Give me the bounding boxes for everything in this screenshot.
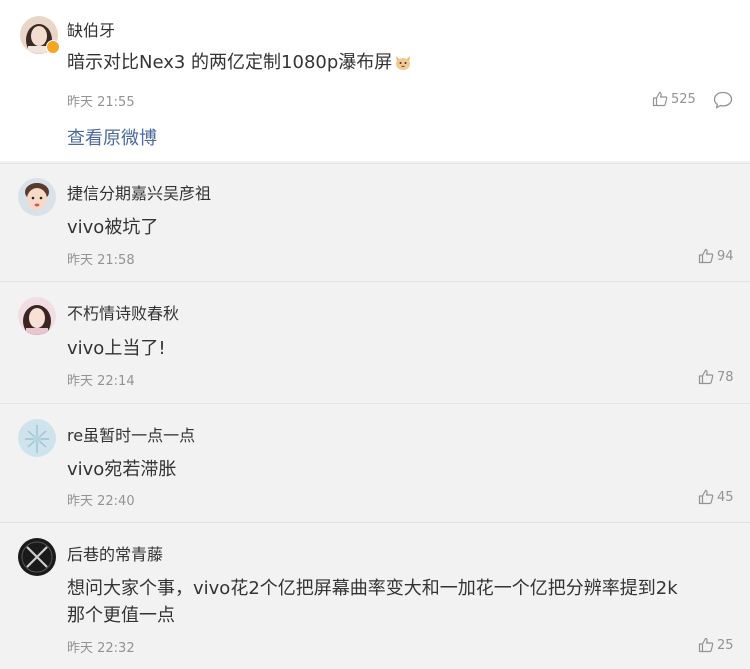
comment-text: vivo被坑了 (67, 217, 159, 238)
comment-like-button[interactable]: 45 (698, 489, 734, 505)
verified-badge-icon (46, 40, 60, 54)
author-name[interactable]: 缺伯牙 (67, 17, 115, 41)
post-text: 暗示对比Nex3 的两亿定制1080p瀑布屏 (67, 48, 412, 76)
comment-text: vivo宛若滞胀 (67, 459, 177, 480)
post-like-count: 525 (671, 91, 696, 107)
comment-text-line-2: 那个更值一点 (67, 605, 175, 626)
comment-bubble-icon[interactable] (712, 90, 734, 110)
view-original-link[interactable]: 查看原微博 (67, 124, 157, 150)
thumbs-up-icon (698, 369, 714, 385)
thumbs-up-icon (698, 489, 714, 505)
post-time: 昨天 21:55 (67, 95, 135, 110)
thumbs-up-icon (698, 248, 714, 264)
comment-like-count: 94 (717, 248, 734, 264)
post-text-content: 暗示对比Nex3 的两亿定制1080p瀑布屏 (67, 52, 393, 73)
commenter-avatar[interactable] (18, 419, 56, 457)
commenter-name[interactable]: 不朽情诗败春秋 (67, 300, 179, 324)
thumbs-up-icon (698, 637, 714, 653)
commenter-avatar[interactable] (18, 538, 56, 576)
comment-text: vivo上当了! (67, 338, 166, 359)
comment-time: 昨天 22:32 (67, 641, 135, 656)
comment-time: 昨天 22:40 (67, 494, 135, 509)
comment-text-line-1: 想问大家个事，vivo花2个亿把屏幕曲率变大和一加花一个亿把分辨率提到2k (67, 578, 678, 599)
comment-like-count: 45 (717, 489, 734, 505)
commenter-name[interactable]: 捷信分期嘉兴吴彦祖 (67, 180, 211, 204)
commenter-name[interactable]: 后巷的常青藤 (67, 541, 163, 565)
comment-item: 后巷的常青藤 想问大家个事，vivo花2个亿把屏幕曲率变大和一加花一个亿把分辨率… (0, 522, 750, 669)
comment-like-button[interactable]: 25 (698, 637, 734, 653)
commenter-name[interactable]: re虽暂时一点一点 (67, 422, 195, 446)
comment-like-button[interactable]: 94 (698, 248, 734, 264)
comment-like-button[interactable]: 78 (698, 369, 734, 385)
comment-item: 捷信分期嘉兴吴彦祖 vivo被坑了 昨天 21:58 94 (0, 163, 750, 281)
original-post: 缺伯牙 暗示对比Nex3 的两亿定制1080p瀑布屏 昨天 21:55 525 … (0, 0, 750, 161)
cat-emoji-icon (394, 53, 412, 76)
comment-like-count: 25 (717, 637, 734, 653)
comment-item: 不朽情诗败春秋 vivo上当了! 昨天 22:14 78 (0, 281, 750, 403)
comment-time: 昨天 21:58 (67, 253, 135, 268)
thumbs-up-icon (652, 91, 668, 107)
comment-item: re虽暂时一点一点 vivo宛若滞胀 昨天 22:40 45 (0, 403, 750, 522)
comment-time: 昨天 22:14 (67, 374, 135, 389)
commenter-avatar[interactable] (18, 178, 56, 216)
commenter-avatar[interactable] (18, 297, 56, 335)
post-like-button[interactable]: 525 (652, 91, 696, 107)
comment-like-count: 78 (717, 369, 734, 385)
